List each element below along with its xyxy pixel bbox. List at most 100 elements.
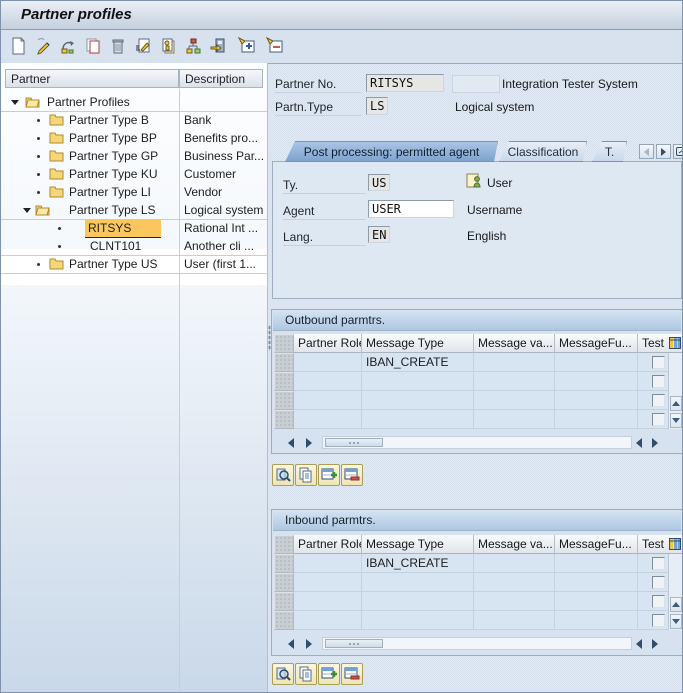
scrollbar-track[interactable] (322, 436, 632, 449)
table-row[interactable] (274, 592, 668, 611)
cell-message-function[interactable] (555, 372, 638, 391)
tab-overview-button[interactable] (673, 144, 683, 159)
column-partner-role[interactable]: Partner Role (294, 334, 362, 353)
cell-message-variant[interactable] (474, 611, 555, 630)
tree-row-ritsys[interactable]: RITSYS Rational Int ... (1, 219, 267, 237)
tab-scroll-left-button[interactable] (639, 144, 654, 159)
partner-no-field[interactable] (366, 74, 444, 92)
column-message-function[interactable]: MessageFu... (555, 334, 638, 353)
column-message-type[interactable]: Message Type (362, 535, 474, 554)
create-icon[interactable] (9, 37, 29, 57)
collapse-arrow-icon[interactable] (23, 208, 31, 213)
test-checkbox[interactable] (652, 375, 665, 388)
cell-message-function[interactable] (555, 611, 638, 630)
row-selector[interactable] (274, 410, 294, 429)
agent-type-field[interactable] (368, 174, 390, 191)
column-message-variant[interactable]: Message va... (474, 334, 555, 353)
collapse-arrow-icon[interactable] (11, 100, 19, 105)
test-checkbox[interactable] (652, 394, 665, 407)
test-checkbox[interactable] (652, 576, 665, 589)
scrollbar-track[interactable] (322, 637, 632, 650)
cell-message-type[interactable] (362, 592, 474, 611)
tree-row-partner-type-ls[interactable]: Partner Type LS Logical system (1, 201, 267, 220)
row-selector[interactable] (274, 372, 294, 391)
scroll-up-button[interactable] (670, 597, 682, 612)
delete-icon[interactable] (109, 37, 129, 57)
cell-partner-role[interactable] (294, 372, 362, 391)
cell-partner-role[interactable] (294, 554, 362, 573)
cell-message-function[interactable] (555, 353, 638, 372)
cell-message-variant[interactable] (474, 592, 555, 611)
tree-row-partner-type-ku[interactable]: Partner Type KU Customer (1, 165, 267, 183)
row-selector[interactable] (274, 353, 294, 372)
horizontal-scrollbar[interactable] (274, 435, 682, 450)
cell-message-function[interactable] (555, 554, 638, 573)
tab-truncated[interactable]: T. (592, 141, 627, 162)
test-checkbox[interactable] (652, 614, 665, 627)
cell-message-variant[interactable] (474, 353, 555, 372)
copy-icon[interactable] (84, 37, 104, 57)
cell-message-function[interactable] (555, 410, 638, 429)
tree-column-partner[interactable]: Partner (5, 69, 179, 88)
tab-post-processing[interactable]: Post processing: permitted agent (285, 141, 498, 162)
import-icon[interactable] (209, 37, 229, 57)
cell-message-variant[interactable] (474, 410, 555, 429)
cell-partner-role[interactable] (294, 592, 362, 611)
inbound-copy-button[interactable] (295, 663, 317, 685)
column-test[interactable]: Test (638, 334, 668, 353)
row-selector[interactable] (274, 592, 294, 611)
row-selector[interactable] (274, 611, 294, 630)
cell-message-variant[interactable] (474, 554, 555, 573)
test-checkbox[interactable] (652, 557, 665, 570)
agent-field[interactable] (368, 200, 454, 218)
row-selector[interactable] (274, 391, 294, 410)
vertical-scrollbar[interactable] (668, 353, 682, 429)
cell-message-type[interactable] (362, 573, 474, 592)
expand-subtree-icon[interactable] (238, 37, 258, 57)
cell-message-variant[interactable] (474, 372, 555, 391)
document-copy-icon[interactable] (159, 37, 179, 57)
scroll-left-icon[interactable] (288, 438, 294, 448)
column-message-type[interactable]: Message Type (362, 334, 474, 353)
table-row[interactable]: IBAN_CREATE (274, 353, 668, 372)
inbound-delete-line-button[interactable] (341, 663, 363, 685)
outbound-details-button[interactable] (272, 464, 294, 486)
tree-column-description[interactable]: Description (179, 69, 263, 88)
scroll-left-icon[interactable] (288, 639, 294, 649)
scroll-right-icon[interactable] (652, 438, 658, 448)
table-settings-button[interactable] (668, 334, 682, 353)
table-row[interactable] (274, 573, 668, 592)
inbound-insert-line-button[interactable] (318, 663, 340, 685)
table-row[interactable]: IBAN_CREATE (274, 554, 668, 573)
row-selector[interactable] (274, 554, 294, 573)
cell-message-type[interactable] (362, 611, 474, 630)
inbound-details-button[interactable] (272, 663, 294, 685)
test-checkbox[interactable] (652, 356, 665, 369)
horizontal-scrollbar[interactable] (274, 636, 682, 651)
tree-row-partner-profiles[interactable]: Partner Profiles (1, 93, 267, 112)
scrollbar-thumb[interactable] (325, 639, 383, 648)
column-test[interactable]: Test (638, 535, 668, 554)
table-row[interactable] (274, 372, 668, 391)
tree-row-partner-type-us[interactable]: Partner Type US User (first 1... (1, 255, 267, 274)
cell-message-function[interactable] (555, 573, 638, 592)
select-all-cell[interactable] (274, 334, 294, 353)
outbound-delete-line-button[interactable] (341, 464, 363, 486)
cell-message-function[interactable] (555, 391, 638, 410)
test-checkbox[interactable] (652, 413, 665, 426)
scrollbar-thumb[interactable] (325, 438, 383, 447)
cell-message-type[interactable]: IBAN_CREATE (362, 353, 474, 372)
scroll-left-icon[interactable] (636, 639, 642, 649)
partn-type-field[interactable] (366, 97, 388, 115)
column-message-function[interactable]: MessageFu... (555, 535, 638, 554)
cell-message-type[interactable] (362, 372, 474, 391)
scroll-up-button[interactable] (670, 396, 682, 411)
hierarchy-icon[interactable] (184, 37, 204, 57)
display-change-icon[interactable] (34, 37, 54, 57)
table-row[interactable] (274, 410, 668, 429)
cell-partner-role[interactable] (294, 573, 362, 592)
cell-partner-role[interactable] (294, 391, 362, 410)
scroll-right-icon[interactable] (652, 639, 658, 649)
scroll-right-icon[interactable] (306, 639, 312, 649)
cell-message-type[interactable] (362, 391, 474, 410)
